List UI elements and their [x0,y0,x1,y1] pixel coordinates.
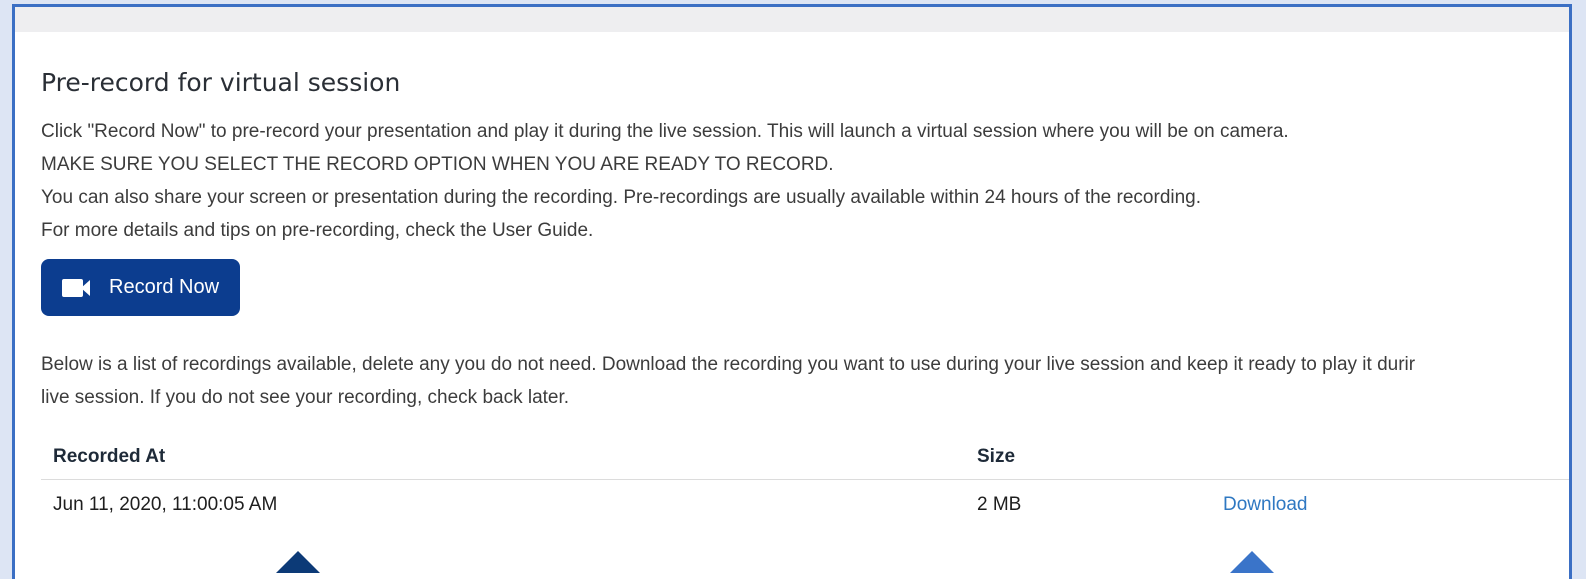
description-line-1: Click "Record Now" to pre-record your pr… [41,121,1289,142]
pointer-marker [276,551,320,573]
download-link[interactable]: Download [1223,494,1308,516]
column-header-recorded-at: Recorded At [53,446,166,467]
description-line-4: For more details and tips on pre-recordi… [41,220,594,241]
recordings-description-line-1: Below is a list of recordings available,… [41,354,1416,375]
video-camera-icon [62,278,92,297]
table-row: Jun 11, 2020, 11:00:05 AM 2 MB Download [41,480,1569,536]
recordings-description: Below is a list of recordings available,… [41,348,1569,414]
description-line-3: You can also share your screen or presen… [41,187,1202,208]
size-cell: 2 MB [977,494,1022,515]
description-line-2: MAKE SURE YOU SELECT THE RECORD OPTION W… [41,154,834,175]
recordings-table-header: Recorded At Size [41,437,1569,480]
page-frame: Pre-record for virtual session Click "Re… [12,4,1572,579]
recorded-at-cell: Jun 11, 2020, 11:00:05 AM [53,494,278,515]
section-description: Click "Record Now" to pre-record your pr… [41,115,1289,247]
record-now-label: Record Now [109,276,220,298]
pointer-marker [1230,551,1274,573]
top-bar [15,7,1569,32]
record-now-button[interactable]: Record Now [41,259,240,316]
prerecord-section: Pre-record for virtual session Click "Re… [41,32,1569,579]
column-header-size: Size [977,446,1016,467]
section-title: Pre-record for virtual session [41,68,401,97]
recordings-description-line-2: live session. If you do not see your rec… [41,387,570,408]
